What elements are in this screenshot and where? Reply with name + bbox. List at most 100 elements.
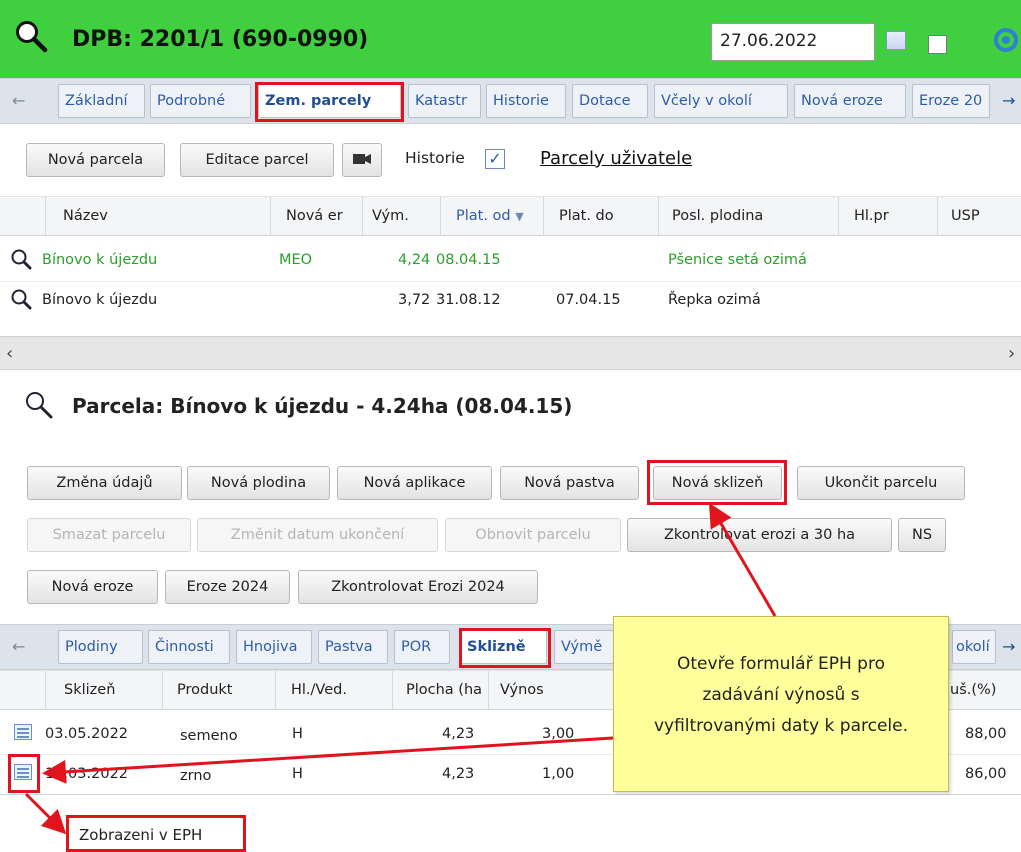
window-header: DPB: 2201/1 (690-0990) 27.06.2022 [0, 0, 1021, 78]
search-icon[interactable] [10, 248, 32, 270]
parcels-table-header: Název Nová er Vým. Plat. od ▼ Plat. do P… [0, 196, 1021, 236]
col-hl-ved[interactable]: Hl./Ved. [291, 682, 347, 698]
highlight-eph-icon [8, 754, 40, 793]
parcel-name: Bínovo k újezdu [42, 252, 158, 268]
harvest-area: 4,23 [442, 726, 475, 742]
scroll-right-icon[interactable]: › [1008, 343, 1015, 364]
col-usp[interactable]: USP [951, 208, 980, 224]
tab-okoli[interactable]: okolí [952, 630, 996, 664]
parcel-detail-title: Parcela: Bínovo k újezdu - 4.24ha (08.04… [72, 394, 573, 418]
harvest-area: 4,23 [442, 766, 475, 782]
parcel-to: 07.04.15 [556, 292, 621, 308]
sort-desc-icon: ▼ [515, 210, 524, 223]
harvest-product: zrno [180, 768, 212, 784]
harvest-date: 03.05.2022 [45, 726, 129, 742]
parcel-name: Bínovo k újezdu [42, 292, 158, 308]
ns-button[interactable]: NS [898, 518, 946, 552]
harvest-pct: 86,00 [965, 766, 1007, 782]
callout-label: Zobrazeni v EPH [66, 815, 246, 852]
col-plat-od[interactable]: Plat. od ▼ [456, 208, 524, 224]
tab-podrobne[interactable]: Podrobné [150, 84, 251, 118]
harvest-yield: 3,00 [542, 726, 575, 742]
col-sklizen[interactable]: Sklizeň [64, 682, 115, 698]
page-title: DPB: 2201/1 (690-0990) [72, 27, 369, 52]
new-erosion-button[interactable]: Nová eroze [27, 570, 158, 604]
tab-pastva[interactable]: Pastva [318, 630, 388, 664]
tooltip-line: vyfiltrovanými daty k parcele. [653, 716, 909, 736]
eph-view-icon[interactable] [14, 724, 32, 740]
harvest-pct: 88,00 [965, 726, 1007, 742]
col-nova-er[interactable]: Nová er [286, 208, 361, 224]
parcel-from: 08.04.15 [436, 252, 501, 268]
col-vym[interactable]: Vým. [372, 208, 409, 224]
highlight-tab-zem-parcely [255, 82, 404, 122]
camera-button[interactable] [342, 143, 382, 177]
header-checkbox[interactable] [928, 35, 947, 54]
tab-hnojiva[interactable]: Hnojiva [236, 630, 312, 664]
date-input[interactable]: 27.06.2022 [711, 23, 875, 61]
tab-vcely[interactable]: Včely v okolí [654, 84, 788, 118]
history-label: Historie [405, 149, 465, 167]
col-pct[interactable]: uš.(%) [950, 682, 996, 698]
tab-vymera[interactable]: Výmě [554, 630, 614, 664]
tooltip-line: zadávání výnosů s [702, 685, 860, 705]
parcel-area: 4,24 [398, 252, 431, 268]
harvest-date: 10.03.2022 [45, 766, 129, 782]
search-icon[interactable] [10, 288, 32, 310]
tabs-right-arrow-icon[interactable]: → [1002, 91, 1015, 110]
change-end-date-button[interactable]: Změnit datum ukončení [197, 518, 438, 552]
parcel-area: 3,72 [398, 292, 431, 308]
tab-eroze[interactable]: Eroze 20 [912, 84, 990, 118]
subtabs-left-arrow-icon[interactable]: ← [12, 637, 25, 656]
search-icon[interactable] [14, 19, 48, 53]
tab-zakladni[interactable]: Základní [58, 84, 145, 118]
parcel-new-er: MEO [279, 252, 313, 268]
highlight-new-harvest [647, 460, 787, 505]
col-posl-plodina[interactable]: Posl. plodina [672, 208, 763, 224]
tooltip-line: Otevře formulář EPH pro [677, 654, 885, 674]
col-vynos[interactable]: Výnos [500, 682, 544, 698]
harvest-type: H [292, 726, 303, 742]
edit-parcels-button[interactable]: Editace parcel [180, 143, 334, 177]
tab-plodiny[interactable]: Plodiny [58, 630, 143, 664]
parcel-crop: Řepka ozimá [668, 292, 761, 308]
horizontal-scrollbar[interactable]: ‹ › [0, 336, 1021, 370]
highlight-tab-sklizne [459, 628, 551, 668]
harvest-yield: 1,00 [542, 766, 575, 782]
end-parcel-button[interactable]: Ukončit parcelu [797, 466, 965, 500]
user-parcels-link[interactable]: Parcely uživatele [540, 148, 692, 169]
tab-historie[interactable]: Historie [486, 84, 566, 118]
parcel-crop: Pšenice setá ozimá [668, 252, 807, 268]
erosion-2024-button[interactable]: Eroze 2024 [165, 570, 290, 604]
history-checkbox[interactable]: ✓ [485, 149, 505, 169]
check-erosion-2024-button[interactable]: Zkontrolovat Erozi 2024 [298, 570, 538, 604]
col-nazev[interactable]: Název [63, 208, 108, 224]
change-data-button[interactable]: Změna údajů [27, 466, 182, 500]
delete-parcel-button[interactable]: Smazat parcelu [27, 518, 191, 552]
main-tab-bar: ← Základní Podrobné Zem. parcely Katastr… [0, 78, 1021, 124]
scroll-left-icon[interactable]: ‹ [6, 343, 13, 364]
check-erosion-button[interactable]: Zkontrolovat erozi a 30 ha [627, 518, 892, 552]
subtabs-right-arrow-icon[interactable]: → [1002, 637, 1015, 656]
restore-parcel-button[interactable]: Obnovit parcelu [445, 518, 621, 552]
tab-katastr[interactable]: Katastr [408, 84, 481, 118]
new-application-button[interactable]: Nová aplikace [337, 466, 492, 500]
new-parcel-button[interactable]: Nová parcela [26, 143, 165, 177]
tab-nova-eroze[interactable]: Nová eroze [794, 84, 906, 118]
calendar-icon[interactable] [886, 31, 906, 50]
tab-cinnosti[interactable]: Činnosti [148, 630, 230, 664]
tabs-left-arrow-icon[interactable]: ← [12, 91, 25, 110]
tab-dotace[interactable]: Dotace [572, 84, 648, 118]
new-crop-button[interactable]: Nová plodina [187, 466, 330, 500]
refresh-icon[interactable] [992, 26, 1020, 54]
search-icon[interactable] [24, 390, 54, 420]
tooltip: Otevře formulář EPH pro zadávání výnosů … [613, 616, 949, 792]
col-produkt[interactable]: Produkt [177, 682, 232, 698]
col-plocha[interactable]: Plocha (ha [406, 682, 486, 698]
parcel-from: 31.08.12 [436, 292, 501, 308]
col-hlpr[interactable]: Hl.pr [854, 208, 889, 224]
camera-icon [353, 154, 371, 164]
new-pasture-button[interactable]: Nová pastva [500, 466, 639, 500]
tab-por[interactable]: POR [394, 630, 450, 664]
col-plat-do[interactable]: Plat. do [559, 208, 614, 224]
